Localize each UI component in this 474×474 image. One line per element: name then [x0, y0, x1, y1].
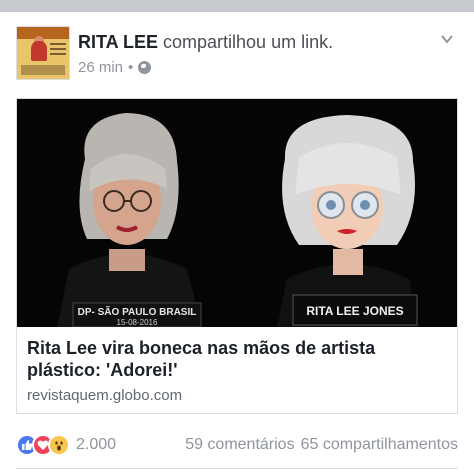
meta-separator: •: [128, 59, 134, 76]
link-image[interactable]: DP- SÃO PAULO BRASIL 15-08-2016 RITA LEE…: [17, 99, 457, 327]
left-sign-text: DP- SÃO PAULO BRASIL: [78, 305, 197, 318]
comments-count[interactable]: 59 comentários: [185, 436, 294, 454]
shares-count[interactable]: 65 compartilhamentos: [301, 436, 458, 454]
link-domain: revistaquem.globo.com: [27, 387, 183, 404]
post-meta: 26 min •: [78, 59, 152, 76]
post-time[interactable]: 26 min: [78, 59, 123, 76]
post-footer: 2.000 59 comentários 65 compartilhamento…: [16, 432, 458, 458]
link-preview[interactable]: DP- SÃO PAULO BRASIL 15-08-2016 RITA LEE…: [16, 98, 458, 414]
link-title[interactable]: Rita Lee vira boneca nas mãos de artista…: [27, 337, 447, 381]
avatar[interactable]: [16, 26, 70, 80]
wow-icon: [48, 434, 70, 456]
chevron-down-icon[interactable]: [440, 32, 454, 46]
author-name[interactable]: RITA LEE: [78, 32, 158, 52]
right-sign-text: RITA LEE JONES: [306, 304, 403, 318]
footer-divider: [16, 468, 458, 469]
feed-post: RITA LEE compartilhou um link. 26 min •: [0, 12, 474, 474]
post-stats: 59 comentários 65 compartilhamentos: [185, 436, 458, 454]
post-action-text: compartilhou um link.: [163, 32, 334, 52]
right-portrait: RITA LEE JONES: [277, 115, 419, 327]
post-header: RITA LEE compartilhou um link. 26 min •: [16, 26, 458, 82]
left-date-text: 15-08-2016: [117, 318, 158, 327]
reaction-count[interactable]: 2.000: [76, 436, 116, 454]
link-text-block[interactable]: Rita Lee vira boneca nas mãos de artista…: [17, 327, 457, 413]
globe-icon: [138, 61, 152, 74]
top-strip: [0, 0, 474, 12]
reactions-summary[interactable]: 2.000: [16, 434, 116, 456]
author-line: RITA LEE compartilhou um link.: [78, 32, 333, 53]
